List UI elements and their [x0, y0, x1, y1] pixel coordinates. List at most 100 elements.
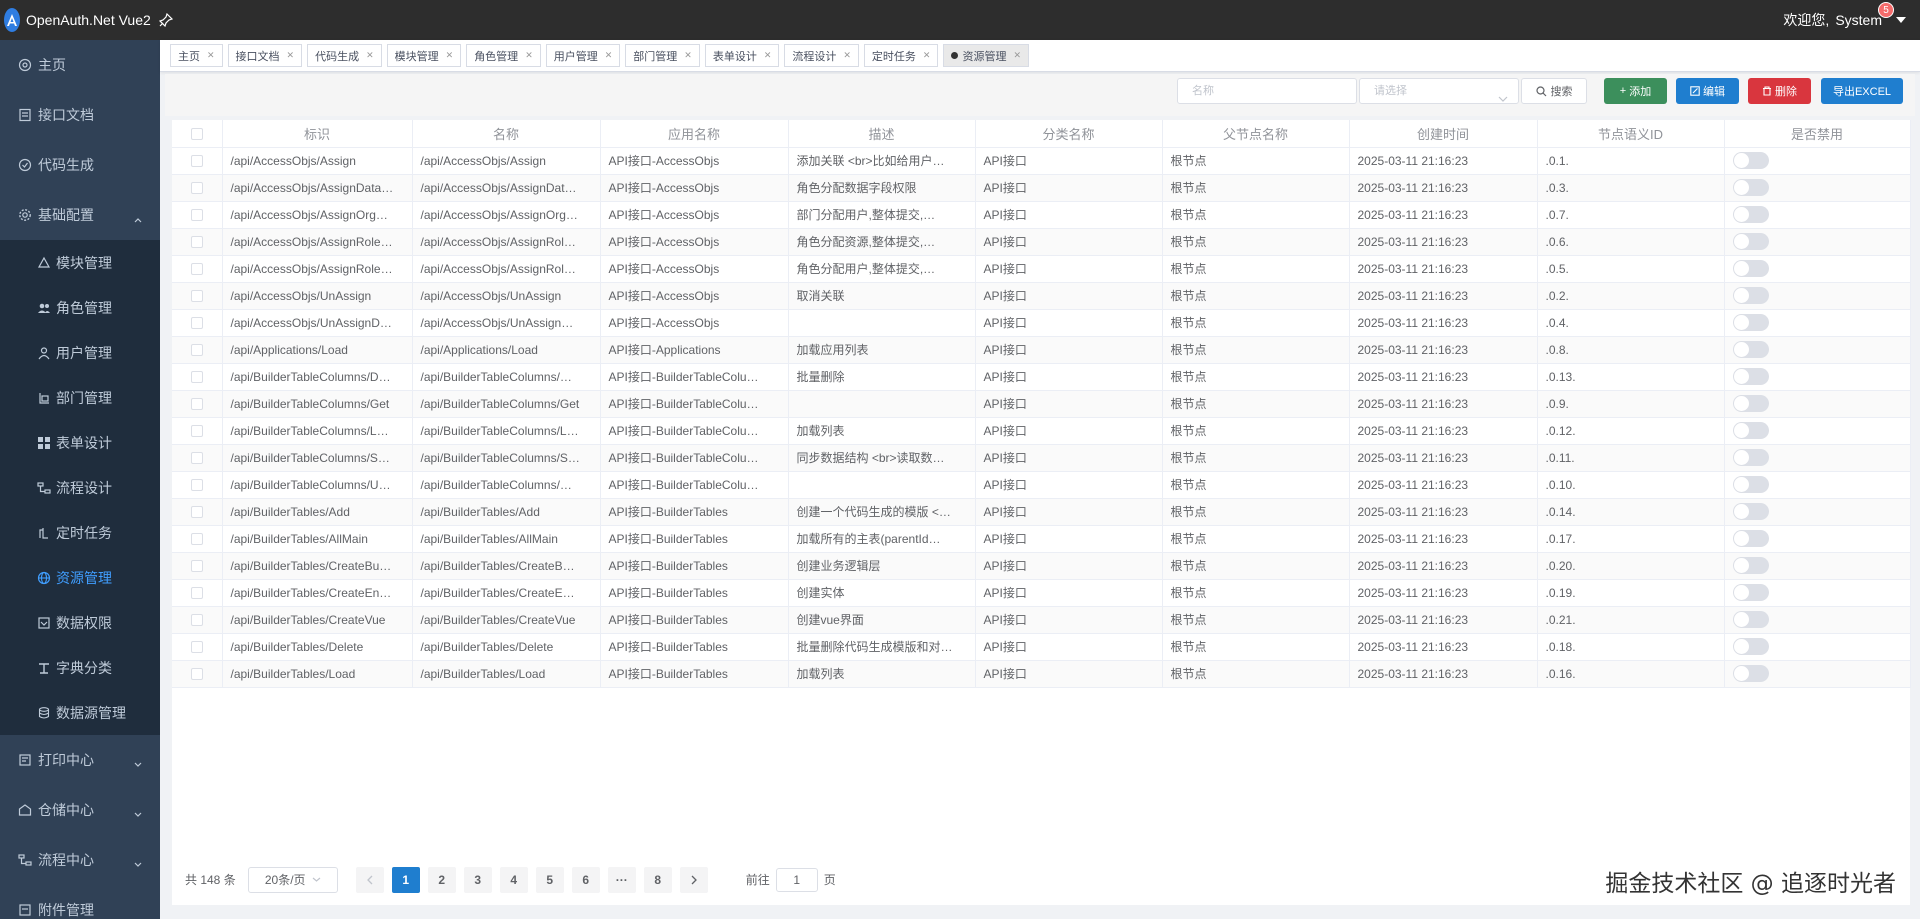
row-checkbox[interactable] — [172, 444, 223, 472]
table-row[interactable]: /api/AccessObjs/AssignRole…/api/AccessOb… — [172, 228, 1911, 256]
user-area[interactable]: 欢迎您, System 5 — [1783, 2, 1920, 30]
column-header[interactable]: 名称 — [412, 120, 601, 148]
disabled-toggle[interactable] — [1732, 638, 1769, 655]
row-checkbox[interactable] — [172, 525, 223, 553]
row-checkbox[interactable] — [172, 390, 223, 418]
row-checkbox[interactable] — [172, 336, 223, 364]
table-row[interactable]: /api/AccessObjs/Assign/api/AccessObjs/As… — [172, 147, 1911, 175]
column-header[interactable]: 创建时间 — [1349, 120, 1538, 148]
column-header[interactable]: 标识 — [222, 120, 413, 148]
row-checkbox[interactable] — [172, 498, 223, 526]
next-page-button[interactable] — [679, 866, 708, 893]
row-checkbox[interactable] — [172, 255, 223, 283]
pin-icon[interactable] — [158, 13, 173, 27]
row-checkbox[interactable] — [172, 174, 223, 202]
row-checkbox[interactable] — [172, 471, 223, 499]
disabled-toggle[interactable] — [1732, 233, 1769, 250]
row-checkbox[interactable] — [172, 228, 223, 256]
app-logo[interactable]: OpenAuth.Net Vue2 — [0, 8, 173, 32]
close-icon[interactable]: ✕ — [605, 50, 613, 61]
table-row[interactable]: /api/BuilderTables/CreateEn…/api/Builder… — [172, 579, 1911, 607]
sidebar-item-datasource[interactable]: 数据源管理 — [0, 690, 160, 735]
prev-page-button[interactable] — [355, 866, 384, 893]
disabled-toggle[interactable] — [1732, 287, 1769, 304]
table-row[interactable]: /api/Applications/Load/api/Applications/… — [172, 336, 1911, 364]
close-icon[interactable]: ✕ — [923, 50, 931, 61]
notification-badge[interactable]: 5 — [1878, 2, 1894, 18]
sidebar-item-home[interactable]: 主页 — [0, 40, 160, 90]
table-row[interactable]: /api/BuilderTables/Add/api/BuilderTables… — [172, 498, 1911, 526]
close-icon[interactable]: ✕ — [843, 50, 851, 61]
table-row[interactable]: /api/BuilderTableColumns/U…/api/BuilderT… — [172, 471, 1911, 499]
disabled-toggle[interactable] — [1732, 530, 1769, 547]
disabled-toggle[interactable] — [1732, 665, 1769, 682]
tag-home[interactable]: 主页 ✕ — [170, 44, 223, 67]
disabled-toggle[interactable] — [1732, 206, 1769, 223]
page-button[interactable]: 4 — [499, 866, 528, 893]
tag-module[interactable]: 模块管理 ✕ — [386, 44, 462, 67]
close-icon[interactable]: ✕ — [764, 50, 772, 61]
table-row[interactable]: /api/BuilderTables/Load/api/BuilderTable… — [172, 660, 1911, 688]
disabled-toggle[interactable] — [1732, 503, 1769, 520]
sidebar-item-role[interactable]: 角色管理 — [0, 285, 160, 330]
column-header[interactable]: 分类名称 — [975, 120, 1163, 148]
row-checkbox[interactable] — [172, 309, 223, 337]
table-row[interactable]: /api/AccessObjs/AssignRole…/api/AccessOb… — [172, 255, 1911, 283]
goto-page-input[interactable]: 1 — [775, 867, 818, 892]
disabled-toggle[interactable] — [1732, 422, 1769, 439]
page-button[interactable]: 5 — [535, 866, 564, 893]
page-button[interactable]: 8 — [643, 866, 672, 893]
chevron-down-icon[interactable] — [1896, 17, 1906, 23]
tag-role[interactable]: 角色管理 ✕ — [466, 44, 541, 67]
table-row[interactable]: /api/BuilderTables/CreateBu…/api/Builder… — [172, 552, 1911, 580]
disabled-toggle[interactable] — [1732, 260, 1769, 277]
disabled-toggle[interactable] — [1732, 179, 1769, 196]
table-row[interactable]: /api/AccessObjs/AssignData…/api/AccessOb… — [172, 174, 1911, 202]
close-icon[interactable]: ✕ — [207, 50, 215, 61]
disabled-toggle[interactable] — [1732, 611, 1769, 628]
row-checkbox[interactable] — [172, 579, 223, 607]
sidebar-item-codegen[interactable]: 代码生成 — [0, 140, 160, 190]
sidebar-item-data-permission[interactable]: 数据权限 — [0, 600, 160, 645]
search-button[interactable]: 搜索 — [1521, 78, 1587, 104]
disabled-toggle[interactable] — [1732, 395, 1769, 412]
table-row[interactable]: /api/BuilderTableColumns/S…/api/BuilderT… — [172, 444, 1911, 472]
row-checkbox[interactable] — [172, 633, 223, 661]
sidebar-item-scheduled-task[interactable]: 定时任务 — [0, 510, 160, 555]
close-icon[interactable]: ✕ — [287, 50, 295, 61]
sidebar-item-print-center[interactable]: 打印中心 — [0, 735, 160, 785]
page-button[interactable]: 2 — [427, 866, 456, 893]
column-header[interactable]: 描述 — [788, 120, 976, 148]
row-checkbox[interactable] — [172, 660, 223, 688]
column-header[interactable]: 应用名称 — [600, 120, 789, 148]
tag-dept[interactable]: 部门管理 ✕ — [625, 44, 700, 67]
row-checkbox[interactable] — [172, 417, 223, 445]
sidebar-item-process-center[interactable]: 流程中心 — [0, 835, 160, 885]
tag-form-design[interactable]: 表单设计 ✕ — [704, 44, 780, 67]
close-icon[interactable]: ✕ — [684, 50, 692, 61]
disabled-toggle[interactable] — [1732, 368, 1769, 385]
page-button[interactable]: 3 — [463, 866, 492, 893]
sidebar-item-resource[interactable]: 资源管理 — [0, 555, 160, 600]
page-size-select[interactable]: 20条/页 — [247, 866, 338, 893]
column-header[interactable]: 节点语义ID — [1537, 120, 1725, 148]
table-row[interactable]: /api/BuilderTableColumns/L…/api/BuilderT… — [172, 417, 1911, 445]
close-icon[interactable]: ✕ — [1013, 50, 1021, 61]
sidebar-item-api-docs[interactable]: 接口文档 — [0, 90, 160, 140]
delete-button[interactable]: 删除 — [1748, 78, 1811, 104]
tag-user[interactable]: 用户管理 ✕ — [545, 44, 621, 67]
sidebar-item-dictionary[interactable]: 字典分类 — [0, 645, 160, 690]
name-search-input[interactable]: 名称 — [1177, 78, 1357, 104]
disabled-toggle[interactable] — [1732, 449, 1769, 466]
category-select[interactable]: 请选择 — [1359, 78, 1519, 104]
disabled-toggle[interactable] — [1732, 584, 1769, 601]
close-icon[interactable]: ✕ — [366, 50, 374, 61]
row-checkbox[interactable] — [172, 552, 223, 580]
sidebar-item-warehouse-center[interactable]: 仓储中心 — [0, 785, 160, 835]
user-name[interactable]: System 5 — [1835, 2, 1894, 28]
table-row[interactable]: /api/BuilderTables/AllMain/api/BuilderTa… — [172, 525, 1911, 553]
page-button[interactable]: 1 — [391, 866, 420, 893]
export-excel-button[interactable]: 导出EXCEL — [1821, 78, 1903, 104]
table-row[interactable]: /api/BuilderTableColumns/Get/api/Builder… — [172, 390, 1911, 418]
sidebar-item-module[interactable]: 模块管理 — [0, 240, 160, 285]
